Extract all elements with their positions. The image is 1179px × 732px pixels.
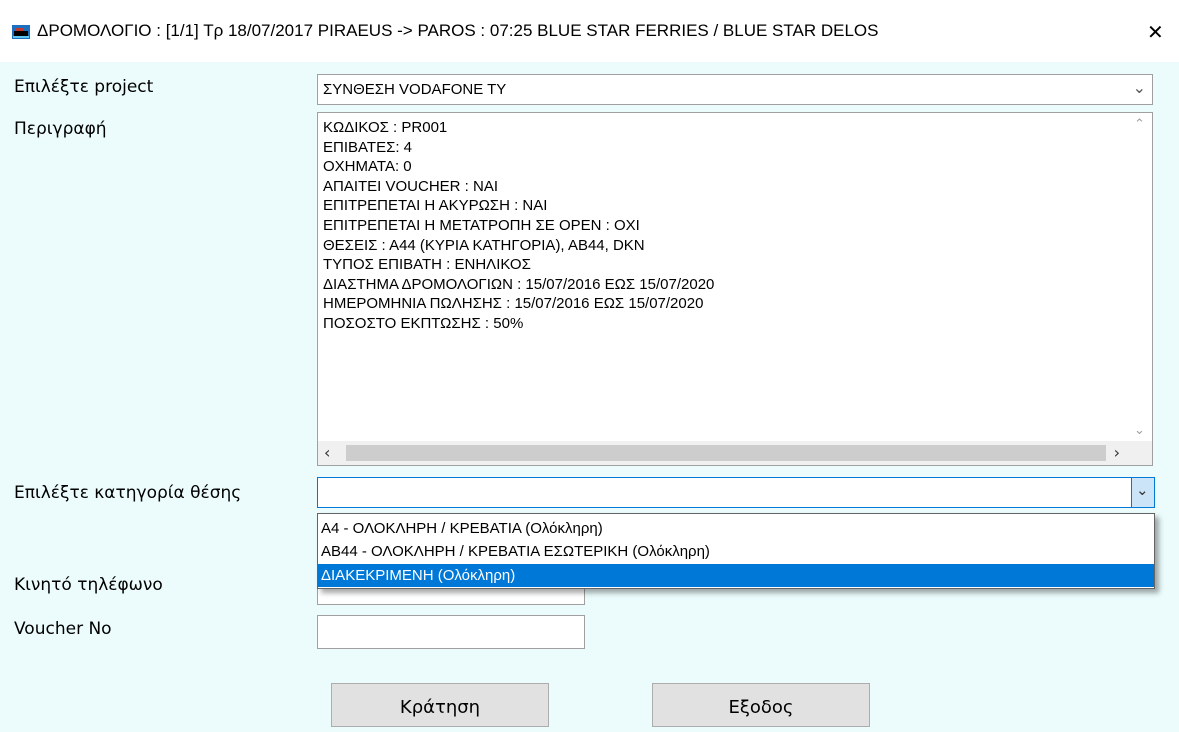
description-line: ΗΜΕΡΟΜΗΝΙΑ ΠΩΛΗΣΗΣ : 15/07/2016 ΕΩΣ 15/0… [323, 295, 704, 313]
voucher-label: Voucher No [14, 619, 112, 639]
book-button[interactable]: Κράτηση [331, 683, 549, 727]
scroll-down-icon[interactable]: ⌄ [1134, 423, 1145, 438]
description-line: ΑΠΑΙΤΕΙ VOUCHER : ΝΑΙ [323, 177, 499, 195]
dropdown-option[interactable]: Α4 - ΟΛΟΚΛΗΡΗ / ΚΡΕΒΑΤΙΑ (Ολόκληρη) [318, 517, 1154, 540]
description-line: ΚΩΔΙΚΟΣ : PR001 [323, 119, 448, 136]
description-line: ΟΧΗΜΑΤΑ: 0 [323, 158, 412, 176]
dropdown-option[interactable]: ΑΒ44 - ΟΛΟΚΛΗΡΗ / ΚΡΕΒΑΤΙΑ ΕΣΩΤΕΡΙΚΗ (Ολ… [318, 540, 1154, 563]
description-line: ΤΥΠΟΣ ΕΠΙΒΑΤΗ : ΕΝΗΛΙΚΟΣ [323, 256, 531, 274]
description-text: ΚΩΔΙΚΟΣ : PR001 ΕΠΙΒΑΤΕΣ: 4 ΟΧΗΜΑΤΑ: 0 ΑΠΑΙ… [323, 118, 714, 334]
description-textarea[interactable]: ΚΩΔΙΚΟΣ : PR001 ΕΠΙΒΑΤΕΣ: 4 ΟΧΗΜΑΤΑ: 0 ΑΠΑΙ… [317, 112, 1153, 466]
dropdown-option-selected[interactable]: ΔΙΑΚΕΚΡΙΜΕΝΗ (Ολόκληρη) [318, 564, 1154, 587]
horizontal-scroll-thumb[interactable] [346, 445, 1106, 461]
category-dropdown-button[interactable]: ⌄ [1131, 478, 1154, 507]
mobile-label: Κινητό τηλέφωνο [14, 575, 163, 595]
horizontal-scrollbar[interactable]: ‹ › [318, 441, 1152, 465]
window-title: ΔΡΟΜΟΛΟΓΙΟ : [1/1] Τρ 18/07/2017 PIRAEUS… [37, 21, 879, 40]
category-label: Επιλέξτε κατηγορία θέσης [14, 483, 242, 503]
chevron-down-icon[interactable]: ⌄ [1133, 78, 1146, 97]
title-bar: ΔΡΟΜΟΛΟΓΙΟ : [1/1] Τρ 18/07/2017 PIRAEUS… [0, 0, 1179, 62]
voucher-input[interactable] [317, 615, 585, 649]
description-line: ΠΟΣΟΣΤΟ ΕΚΠΤΩΣΗΣ : 50% [323, 314, 524, 332]
chevron-down-icon: ⌄ [1136, 481, 1149, 499]
scroll-left-icon[interactable]: ‹ [324, 443, 330, 462]
vertical-scrollbar[interactable]: ⌃ ⌄ [1130, 113, 1152, 442]
scroll-right-icon[interactable]: › [1114, 443, 1120, 462]
category-select[interactable]: ⌄ [317, 477, 1155, 508]
exit-button[interactable]: Εξοδος [652, 683, 870, 727]
project-select[interactable]: ΣΥΝΘΕΣΗ VODAFONE TY ⌄ [317, 74, 1153, 105]
description-line: ΕΠΙΤΡΕΠΕΤΑΙ Η ΜΕΤΑΤΡΟΠΗ ΣΕ OPEN : ΟΧΙ [323, 216, 640, 234]
project-label: Επιλέξτε project [14, 77, 154, 97]
category-dropdown-list: Α4 - ΟΛΟΚΛΗΡΗ / ΚΡΕΒΑΤΙΑ (Ολόκληρη) ΑΒ44… [317, 513, 1155, 589]
ferry-app-icon [12, 25, 30, 39]
project-select-value: ΣΥΝΘΕΣΗ VODAFONE TY [323, 81, 507, 98]
description-line: ΕΠΙΤΡΕΠΕΤΑΙ Η ΑΚΥΡΩΣΗ : ΝΑΙ [323, 197, 548, 215]
description-line: ΔΙΑΣΤΗΜΑ ΔΡΟΜΟΛΟΓΙΩΝ : 15/07/2016 ΕΩΣ 15… [323, 275, 715, 293]
description-label: Περιγραφή [14, 119, 107, 139]
description-line: ΕΠΙΒΑΤΕΣ: 4 [323, 138, 413, 156]
scroll-up-icon[interactable]: ⌃ [1134, 117, 1145, 132]
close-icon[interactable]: ✕ [1147, 20, 1164, 44]
description-line: ΘΕΣΕΙΣ : Α44 (ΚΥΡΙΑ ΚΑΤΗΓΟΡΙΑ), ΑΒ44, DK… [323, 236, 645, 254]
